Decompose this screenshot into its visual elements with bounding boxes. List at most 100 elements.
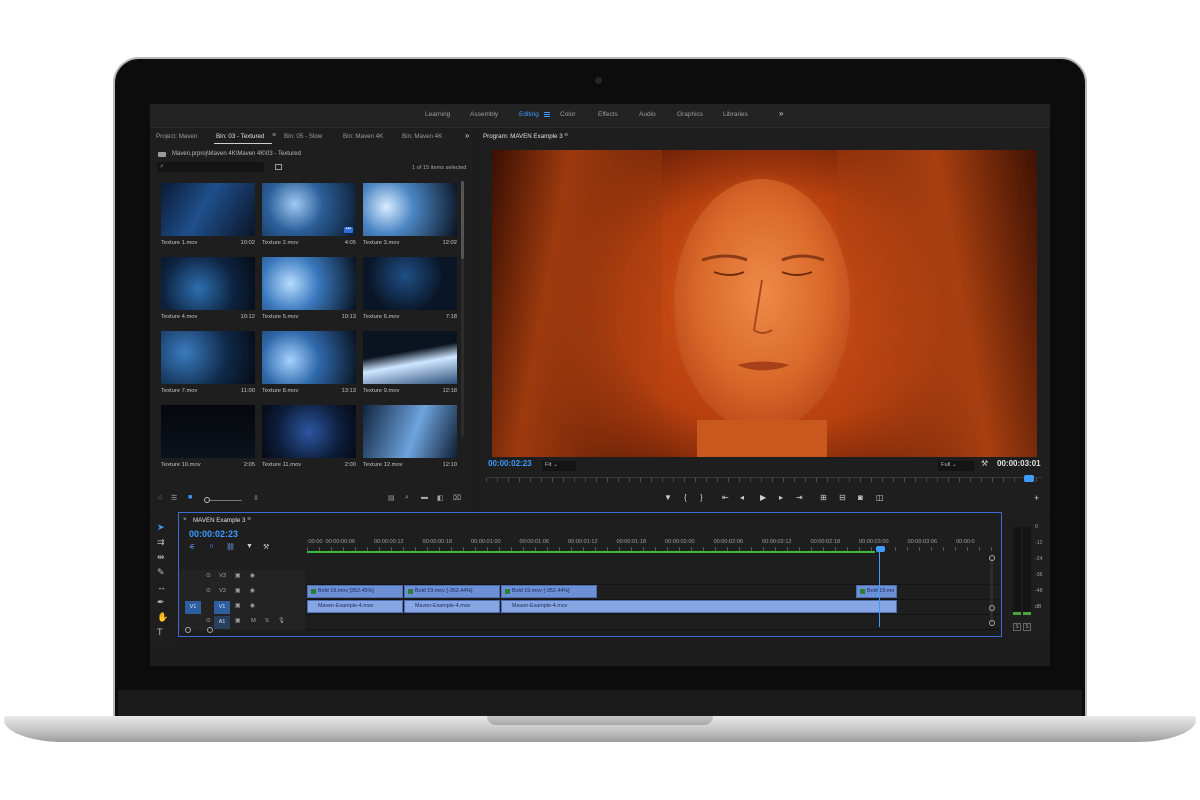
lock-icon[interactable]: ⌂ bbox=[158, 494, 162, 501]
tab-bin-slow[interactable]: Bin: 05 - Slow bbox=[284, 133, 322, 140]
timeline-clip[interactable]: Bold 19.mov [352.45%] bbox=[307, 585, 403, 598]
workspace-tab-color[interactable]: Color bbox=[560, 111, 576, 118]
toggle-output-icon[interactable]: ▣ bbox=[235, 573, 240, 579]
tab-bin-textured[interactable]: Bin: 03 - Textured bbox=[216, 133, 264, 140]
current-timecode[interactable]: 00:00:02:23 bbox=[488, 459, 532, 468]
clip-thumbnail-card[interactable]: Texture 7.mov 11:00 bbox=[161, 331, 255, 401]
workspace-menu-icon[interactable] bbox=[544, 112, 550, 117]
thumbnail-zoom-slider[interactable] bbox=[206, 500, 242, 501]
zoom-handle-icon[interactable] bbox=[185, 627, 191, 633]
clip-thumbnail-card[interactable]: Texture 10.mov 2:05 bbox=[161, 405, 255, 475]
add-marker-icon[interactable]: ▼ bbox=[664, 493, 672, 502]
timeline-vertical-scrollbar[interactable] bbox=[990, 557, 993, 623]
snap-icon[interactable]: ∩ bbox=[209, 543, 214, 550]
mark-out-icon[interactable]: } bbox=[700, 493, 703, 502]
zoom-slider-handle[interactable] bbox=[204, 497, 210, 503]
workspace-overflow-icon[interactable]: » bbox=[779, 109, 783, 118]
zoom-select[interactable]: Fit ⌄ bbox=[542, 461, 576, 471]
workspace-tab-libraries[interactable]: Libraries bbox=[723, 111, 748, 118]
eye-icon[interactable]: ◉ bbox=[250, 603, 255, 609]
scroll-handle-icon[interactable] bbox=[989, 605, 995, 611]
selection-tool-icon[interactable]: ➤ bbox=[157, 522, 165, 533]
tab-menu-icon[interactable]: ≡ bbox=[272, 132, 276, 139]
solo-right-button[interactable]: S bbox=[1023, 623, 1031, 631]
pen-tool-icon[interactable]: ✒ bbox=[157, 597, 165, 608]
workspace-tab-effects[interactable]: Effects bbox=[598, 111, 618, 118]
clip-thumbnail-card[interactable]: Texture 11.mov 2:00 bbox=[262, 405, 356, 475]
program-video-frame[interactable] bbox=[492, 150, 1037, 457]
clip-thumbnail-card[interactable]: Texture 3.mov 12:02 bbox=[363, 183, 457, 253]
scroll-handle-icon[interactable] bbox=[989, 555, 995, 561]
timeline-clip[interactable]: Bold 19.mov [-352.44%] bbox=[404, 585, 500, 598]
timeline-clip[interactable]: Maven-Example-4.mov bbox=[307, 600, 403, 613]
slip-tool-icon[interactable]: ↔ bbox=[157, 582, 166, 592]
sort-icon[interactable]: ⇳ bbox=[253, 494, 259, 502]
step-back-icon[interactable]: ◂ bbox=[740, 493, 744, 502]
timeline-clip[interactable]: Maven-Example-4.mov bbox=[404, 600, 500, 613]
eye-icon[interactable]: ◉ bbox=[250, 573, 255, 579]
trash-icon[interactable]: ⌧ bbox=[453, 494, 461, 502]
solo-button[interactable]: S bbox=[265, 618, 269, 624]
mute-button[interactable]: M bbox=[251, 618, 256, 624]
timeline-playhead-handle[interactable] bbox=[876, 546, 885, 552]
automate-to-sequence-icon[interactable]: ▤ bbox=[388, 494, 395, 502]
export-frame-icon[interactable]: ◙ bbox=[858, 493, 863, 502]
linked-selection-icon[interactable]: ⛓ bbox=[226, 543, 235, 551]
new-bin-button-icon[interactable]: ▬ bbox=[421, 494, 428, 501]
sync-lock-icon[interactable]: ⊙ bbox=[206, 588, 211, 594]
clip-thumbnail-card[interactable]: Texture 9.mov 12:18 bbox=[363, 331, 457, 401]
toggle-output-icon[interactable]: ▣ bbox=[235, 603, 240, 609]
sync-lock-icon[interactable]: ⊙ bbox=[206, 618, 211, 624]
play-icon[interactable]: ▶ bbox=[760, 493, 766, 502]
type-tool-icon[interactable]: T bbox=[157, 627, 163, 637]
icon-view-icon[interactable]: ■ bbox=[188, 494, 192, 501]
clip-thumbnail-card[interactable]: ••• Texture 2.mov 4:05 bbox=[262, 183, 356, 253]
eye-icon[interactable]: ◉ bbox=[250, 588, 255, 594]
clip-thumbnail-card[interactable]: Texture 8.mov 13:13 bbox=[262, 331, 356, 401]
ripple-edit-tool-icon[interactable]: ⇹ bbox=[157, 552, 165, 563]
solo-left-button[interactable]: S bbox=[1013, 623, 1021, 631]
timeline-clip[interactable]: Bold 19.mo bbox=[856, 585, 897, 598]
clip-thumbnail-card[interactable]: Texture 5.mov 10:13 bbox=[262, 257, 356, 327]
timeline-menu-icon[interactable]: ≡ bbox=[247, 516, 251, 523]
button-editor-icon[interactable]: + bbox=[1034, 493, 1039, 503]
clip-thumbnail-card[interactable]: Texture 6.mov 7:18 bbox=[363, 257, 457, 327]
new-item-icon[interactable]: ◧ bbox=[437, 494, 444, 502]
toggle-output-icon[interactable]: ▣ bbox=[235, 618, 240, 624]
settings-wrench-icon[interactable]: ⚒ bbox=[981, 459, 988, 468]
extract-icon[interactable]: ⊟ bbox=[839, 493, 846, 502]
zoom-handle-icon[interactable] bbox=[207, 627, 213, 633]
tab-bin-maven-4k-2[interactable]: Bin: Maven 4K bbox=[402, 133, 442, 140]
panel-overflow-icon[interactable]: » bbox=[465, 131, 469, 140]
timeline-clip[interactable]: Maven-Example-4.mov bbox=[501, 600, 897, 613]
workspace-tab-learning[interactable]: Learning bbox=[425, 111, 450, 118]
track-target-v1[interactable]: V1 bbox=[214, 601, 230, 614]
track-target-a1[interactable]: A1 bbox=[214, 616, 230, 629]
step-forward-icon[interactable]: ▸ bbox=[779, 493, 783, 502]
clip-thumbnail-card[interactable]: Texture 1.mov 10:02 bbox=[161, 183, 255, 253]
timeline-playhead[interactable] bbox=[879, 551, 880, 627]
project-scrollbar[interactable] bbox=[461, 181, 464, 437]
clip-thumbnail-card[interactable]: Texture 12.mov 12:10 bbox=[363, 405, 457, 475]
add-marker-timeline-icon[interactable]: ▼ bbox=[246, 543, 253, 550]
timeline-sequence-tab[interactable]: MAVEN Example 3 bbox=[193, 517, 246, 524]
voiceover-mic-icon[interactable]: 🎙 bbox=[278, 618, 285, 624]
tab-bin-maven-4k[interactable]: Bin: Maven 4K bbox=[343, 133, 383, 140]
scroll-handle-icon[interactable] bbox=[989, 620, 995, 626]
go-to-in-icon[interactable]: ⇤ bbox=[722, 493, 729, 502]
timeline-clip[interactable]: Bold 19.mov [-352.44%] bbox=[501, 585, 597, 598]
nest-icon[interactable]: ⚟ bbox=[189, 543, 195, 551]
hand-tool-icon[interactable]: ✋ bbox=[157, 612, 168, 623]
tab-project[interactable]: Project: Maven bbox=[156, 133, 197, 140]
go-to-out-icon[interactable]: ⇥ bbox=[796, 493, 803, 502]
workspace-tab-assembly[interactable]: Assembly bbox=[470, 111, 498, 118]
program-scrubber[interactable] bbox=[486, 477, 1042, 485]
toggle-output-icon[interactable]: ▣ bbox=[235, 588, 240, 594]
timeline-timecode[interactable]: 00:00:02:23 bbox=[189, 529, 238, 539]
workspace-tab-editing[interactable]: Editing bbox=[519, 111, 539, 118]
clip-thumbnail-card[interactable]: Texture 4.mov 10:12 bbox=[161, 257, 255, 327]
new-bin-icon[interactable] bbox=[275, 164, 282, 170]
program-menu-icon[interactable]: ≡ bbox=[564, 132, 568, 139]
workspace-tab-graphics[interactable]: Graphics bbox=[677, 111, 703, 118]
find-icon[interactable]: ⌕ bbox=[405, 494, 409, 502]
